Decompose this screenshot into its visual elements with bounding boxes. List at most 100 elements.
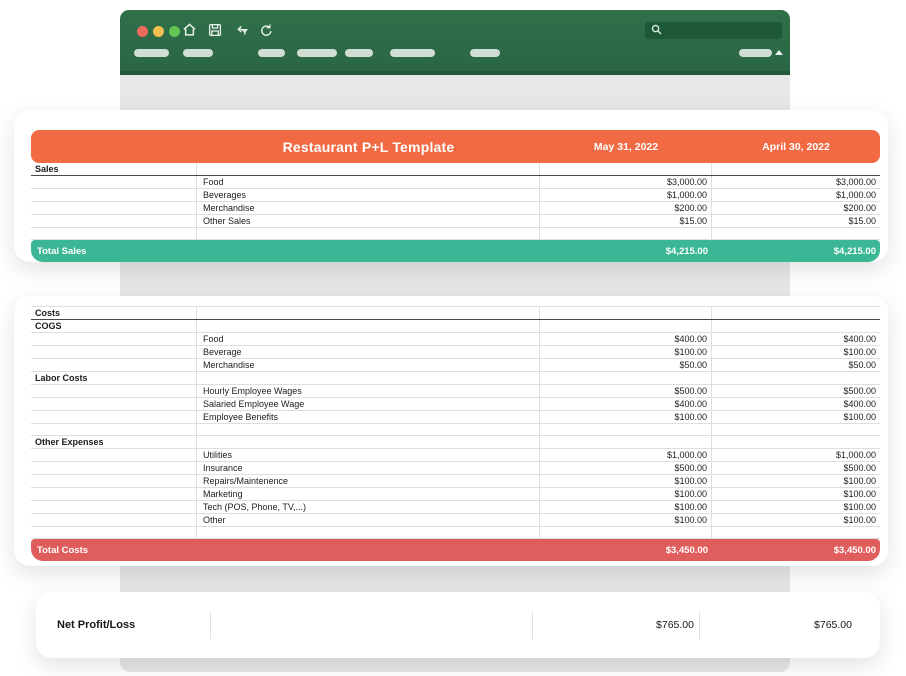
net-profit-april[interactable]: $765.00	[700, 592, 880, 658]
label-cell[interactable]: Employee Benefits	[197, 411, 540, 423]
april-value-cell[interactable]: $3,000.00	[712, 176, 880, 188]
april-value-cell[interactable]	[712, 307, 880, 319]
april-value-cell[interactable]	[712, 320, 880, 332]
menu-item-placeholder[interactable]	[345, 49, 373, 57]
section-cell[interactable]	[31, 359, 197, 371]
total-costs-april[interactable]: $3,450.00	[712, 545, 880, 556]
save-icon[interactable]	[208, 23, 222, 37]
label-cell[interactable]	[197, 436, 540, 448]
section-cell[interactable]	[31, 346, 197, 358]
label-cell[interactable]	[197, 320, 540, 332]
label-cell[interactable]	[197, 228, 540, 239]
april-value-cell[interactable]: $100.00	[712, 501, 880, 513]
section-cell[interactable]	[31, 228, 197, 239]
section-cell[interactable]	[31, 411, 197, 423]
search-input[interactable]	[662, 23, 766, 38]
may-value-cell[interactable]: $15.00	[540, 215, 712, 227]
label-cell[interactable]: Repairs/Maintenence	[197, 475, 540, 487]
may-value-cell[interactable]	[540, 436, 712, 448]
section-cell[interactable]	[31, 176, 197, 188]
may-value-cell[interactable]: $50.00	[540, 359, 712, 371]
may-value-cell[interactable]	[540, 307, 712, 319]
may-value-cell[interactable]	[540, 228, 712, 239]
label-cell[interactable]: Beverage	[197, 346, 540, 358]
label-cell[interactable]: Salaried Employee Wage	[197, 398, 540, 410]
section-cell[interactable]	[31, 215, 197, 227]
section-cell[interactable]: Other Expenses	[31, 436, 197, 448]
april-value-cell[interactable]: $500.00	[712, 462, 880, 474]
total-costs-label[interactable]: Total Costs	[31, 545, 197, 556]
may-value-cell[interactable]: $1,000.00	[540, 189, 712, 201]
section-cell[interactable]: Labor Costs	[31, 372, 197, 384]
menu-item-placeholder[interactable]	[297, 49, 337, 57]
section-cell[interactable]	[31, 527, 197, 538]
menu-item-placeholder[interactable]	[183, 49, 213, 57]
minimize-button[interactable]	[153, 26, 164, 37]
undo-icon[interactable]	[233, 23, 248, 37]
april-value-cell[interactable]: $100.00	[712, 514, 880, 526]
may-value-cell[interactable]: $100.00	[540, 411, 712, 423]
net-profit-empty-cell[interactable]	[211, 592, 533, 658]
section-cell[interactable]	[31, 424, 197, 435]
zoom-button[interactable]	[169, 26, 180, 37]
section-cell[interactable]	[31, 449, 197, 461]
section-cell[interactable]	[31, 514, 197, 526]
april-value-cell[interactable]: $15.00	[712, 215, 880, 227]
may-value-cell[interactable]: $200.00	[540, 202, 712, 214]
section-cell[interactable]	[31, 398, 197, 410]
may-value-cell[interactable]	[540, 372, 712, 384]
april-value-cell[interactable]: $100.00	[712, 411, 880, 423]
label-cell[interactable]	[197, 424, 540, 435]
april-value-cell[interactable]: $200.00	[712, 202, 880, 214]
label-cell[interactable]: Other Sales	[197, 215, 540, 227]
label-cell[interactable]: Marketing	[197, 488, 540, 500]
may-value-cell[interactable]: $500.00	[540, 462, 712, 474]
section-cell[interactable]	[31, 462, 197, 474]
may-value-cell[interactable]: $400.00	[540, 398, 712, 410]
section-cell[interactable]: Costs	[31, 307, 197, 319]
total-sales-label[interactable]: Total Sales	[31, 246, 197, 257]
total-sales-may[interactable]: $4,215.00	[540, 246, 712, 257]
april-value-cell[interactable]: $500.00	[712, 385, 880, 397]
label-cell[interactable]	[197, 527, 540, 538]
section-cell[interactable]: Sales	[31, 163, 197, 175]
april-value-cell[interactable]: $400.00	[712, 398, 880, 410]
section-cell[interactable]	[31, 333, 197, 345]
redo-icon[interactable]	[259, 23, 273, 37]
undo-dropdown-caret[interactable]	[242, 29, 248, 33]
april-value-cell[interactable]	[712, 372, 880, 384]
may-value-cell[interactable]: $1,000.00	[540, 449, 712, 461]
label-cell[interactable]: Food	[197, 333, 540, 345]
net-profit-may[interactable]: $765.00	[533, 592, 700, 658]
may-value-cell[interactable]	[540, 320, 712, 332]
label-cell[interactable]: Merchandise	[197, 359, 540, 371]
share-placeholder[interactable]	[739, 49, 772, 57]
may-value-cell[interactable]	[540, 424, 712, 435]
april-value-cell[interactable]: $1,000.00	[712, 449, 880, 461]
label-cell[interactable]: Utilities	[197, 449, 540, 461]
home-icon[interactable]	[182, 22, 197, 37]
label-cell[interactable]	[197, 163, 540, 175]
may-value-cell[interactable]	[540, 527, 712, 538]
label-cell[interactable]: Beverages	[197, 189, 540, 201]
collapse-ribbon-icon[interactable]	[775, 50, 783, 55]
april-value-cell[interactable]	[712, 436, 880, 448]
label-cell[interactable]: Tech (POS, Phone, TV,...)	[197, 501, 540, 513]
may-value-cell[interactable]: $500.00	[540, 385, 712, 397]
april-value-cell[interactable]: $100.00	[712, 488, 880, 500]
label-cell[interactable]: Food	[197, 176, 540, 188]
april-value-cell[interactable]	[712, 424, 880, 435]
close-button[interactable]	[137, 26, 148, 37]
may-value-cell[interactable]: $100.00	[540, 514, 712, 526]
label-cell[interactable]: Insurance	[197, 462, 540, 474]
net-profit-label[interactable]: Net Profit/Loss	[36, 592, 211, 658]
april-value-cell[interactable]: $100.00	[712, 475, 880, 487]
may-value-cell[interactable]: $100.00	[540, 475, 712, 487]
section-cell[interactable]	[31, 202, 197, 214]
section-cell[interactable]	[31, 385, 197, 397]
section-cell[interactable]: COGS	[31, 320, 197, 332]
menu-item-placeholder[interactable]	[134, 49, 169, 57]
menu-item-placeholder[interactable]	[470, 49, 500, 57]
april-value-cell[interactable]	[712, 163, 880, 175]
may-value-cell[interactable]: $100.00	[540, 346, 712, 358]
